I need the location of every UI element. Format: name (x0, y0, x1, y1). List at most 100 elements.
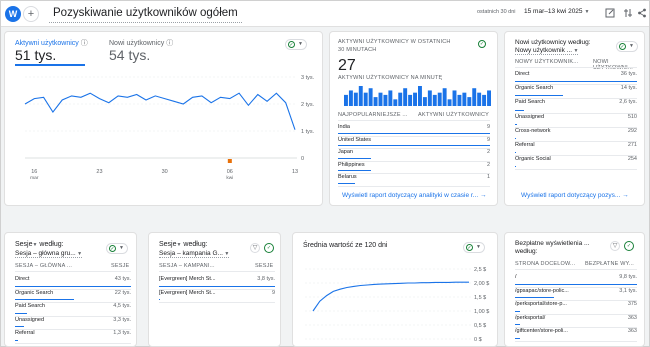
row-divider (159, 302, 275, 303)
per-minute-bar (477, 92, 482, 106)
table-row[interactable]: Belarus 1 (338, 174, 490, 187)
table-row[interactable]: /perksportal/363 (515, 315, 637, 328)
row-value-bar (515, 166, 516, 168)
card-title: Sesje▼ według: (15, 241, 64, 248)
per-minute-bar (368, 88, 373, 106)
edit-report-icon[interactable] (605, 8, 615, 19)
dimension-selector[interactable]: Nowy użytkownik ... ▼ (515, 47, 579, 55)
check-circle-icon[interactable]: ✓ (264, 243, 274, 253)
table-row[interactable]: Cross-network 292 (515, 128, 637, 142)
row-label: [Evergreen] Merch St... (159, 276, 216, 282)
realtime-table: India 9 United States 9 Japan 2 Philippines 2 Be… (338, 124, 490, 187)
row-value-bar (15, 326, 24, 327)
row-label: /gpsapac/store-polic... (515, 287, 569, 294)
row-label: Referral (515, 142, 535, 148)
row-value: 14 tys. (620, 85, 637, 92)
chevron-down-icon: ▼ (629, 43, 634, 49)
row-value-bar (515, 81, 637, 83)
table-row[interactable]: Direct 36 tys. (515, 71, 637, 86)
table-row[interactable]: Paid Search 4,5 tys. (15, 303, 131, 317)
row-value: 2 (486, 149, 490, 155)
dimension-selector[interactable]: Sesja – główna gru... ▼ (15, 250, 83, 258)
per-minute-bar (462, 92, 467, 106)
row-value: 3,3 tys. (113, 316, 131, 323)
table-row[interactable]: / 9,8 tys. (515, 274, 637, 288)
row-divider (338, 185, 490, 187)
dimension-selector[interactable]: Sesja – kampania G... ▼ (159, 250, 230, 258)
add-comparison-button[interactable]: + (23, 6, 39, 22)
per-minute-bar-chart (344, 86, 491, 106)
table-row[interactable]: Unassigned 510 (515, 114, 637, 128)
check-circle-icon[interactable]: ✓ (478, 40, 486, 48)
property-avatar[interactable]: W (5, 6, 21, 22)
row-value-bar (338, 145, 490, 146)
table-row[interactable]: /gpsapac/store-polic... 3,1 tys. (515, 287, 637, 301)
metric-selector[interactable]: Sesje (15, 241, 33, 248)
row-label: Organic Social (515, 156, 551, 163)
filter-icon[interactable]: ▽ (610, 241, 620, 251)
row-value-bar (338, 170, 371, 171)
table-row[interactable]: [Evergreen] Merch St... 9 (159, 290, 275, 303)
title-suffix: według: (39, 241, 64, 248)
row-value-bar (515, 337, 520, 339)
row-value: 36 tys. (620, 71, 637, 77)
view-acquisition-report-link[interactable]: Wyświetl raport dotyczący pozys... → (521, 192, 629, 199)
per-minute-bar (344, 94, 348, 106)
per-minute-bar (363, 92, 368, 106)
table-row[interactable]: Philippines 2 (338, 162, 490, 174)
per-minute-bar (403, 88, 408, 106)
card-title-line2: według: (515, 248, 538, 255)
y-tick-label: 0,5 $ (474, 323, 486, 329)
per-minute-bar (418, 86, 422, 106)
row-value: 4,5 tys. (113, 303, 131, 309)
table-row[interactable]: India 9 (338, 124, 490, 137)
card-options-button[interactable]: ✓ ▼ (106, 243, 128, 254)
table-row[interactable]: Referral 271 (515, 142, 637, 157)
table-row[interactable]: Direct 43 tys. (15, 276, 131, 290)
row-label: Paid Search (15, 303, 45, 309)
arrow-right-icon: → (622, 192, 629, 199)
compare-icon[interactable] (623, 8, 633, 19)
divider (15, 271, 131, 272)
row-value-bar (515, 324, 520, 325)
table-row[interactable]: /perksportal/store-p... 375 (515, 301, 637, 315)
y-tick-label: 2,5 $ (474, 267, 486, 273)
column-header-channel: SESJA – GŁÓWNA ... (15, 263, 73, 269)
table-row[interactable]: Organic Search 14 tys. (515, 85, 637, 100)
landing-page-table: / 9,8 tys. /gpsapac/store-polic... 3,1 tys.… (515, 274, 637, 346)
date-range-picker[interactable]: 15 mar–13 kwi 2025 ▼ (524, 8, 590, 15)
chevron-down-icon: ▼ (75, 251, 83, 257)
row-label: /giftcenter/store-poli... (515, 328, 568, 334)
table-row[interactable]: [Evergreen] Merch St... 3,8 tys. (159, 276, 275, 290)
column-header-channel: NOWY UŻYTKOWNIK... (515, 59, 579, 65)
check-circle-icon[interactable]: ✓ (624, 241, 634, 251)
filter-icon[interactable]: ▽ (250, 243, 260, 253)
column-header-active-users: AKTYWNI UŻYTKOWNICY (418, 112, 490, 118)
row-value: 254 (627, 156, 637, 163)
row-label: Japan (338, 149, 353, 155)
row-label: Cross-network (515, 127, 551, 134)
table-row[interactable]: Organic Search 22 tys. (15, 290, 131, 303)
view-realtime-report-link[interactable]: Wyświetl raport dotyczący analityki w cz… (342, 192, 486, 199)
metric-selector[interactable]: Sesje (159, 241, 177, 248)
row-label: Organic Search (515, 85, 554, 92)
table-row[interactable]: United States 9 (338, 137, 490, 149)
column-header-sessions: SESJE (255, 263, 274, 269)
table-row[interactable]: Organic Social 254 (515, 156, 637, 171)
table-row[interactable]: Paid Search 2,6 tys. (515, 99, 637, 114)
table-row[interactable]: Japan 2 (338, 149, 490, 162)
table-row[interactable]: Referral 1,3 tys. (15, 330, 131, 344)
table-row[interactable]: /giftcenter/store-poli... 363 (515, 328, 637, 342)
card-options-button[interactable]: ✓ ▼ (616, 41, 638, 52)
row-label: Direct (515, 71, 530, 77)
column-header-impressions: BEZPŁATNE WY... (585, 261, 634, 267)
row-value: 9,8 tys. (619, 274, 637, 280)
row-divider (515, 340, 637, 342)
row-value: 375 (627, 301, 637, 307)
row-value-bar (515, 283, 637, 285)
per-minute-bar (437, 92, 442, 106)
row-label: Direct (15, 276, 30, 282)
share-icon[interactable] (637, 8, 647, 19)
table-row[interactable]: Unassigned 3,3 tys. (15, 316, 131, 330)
arrow-right-icon: → (479, 192, 487, 199)
